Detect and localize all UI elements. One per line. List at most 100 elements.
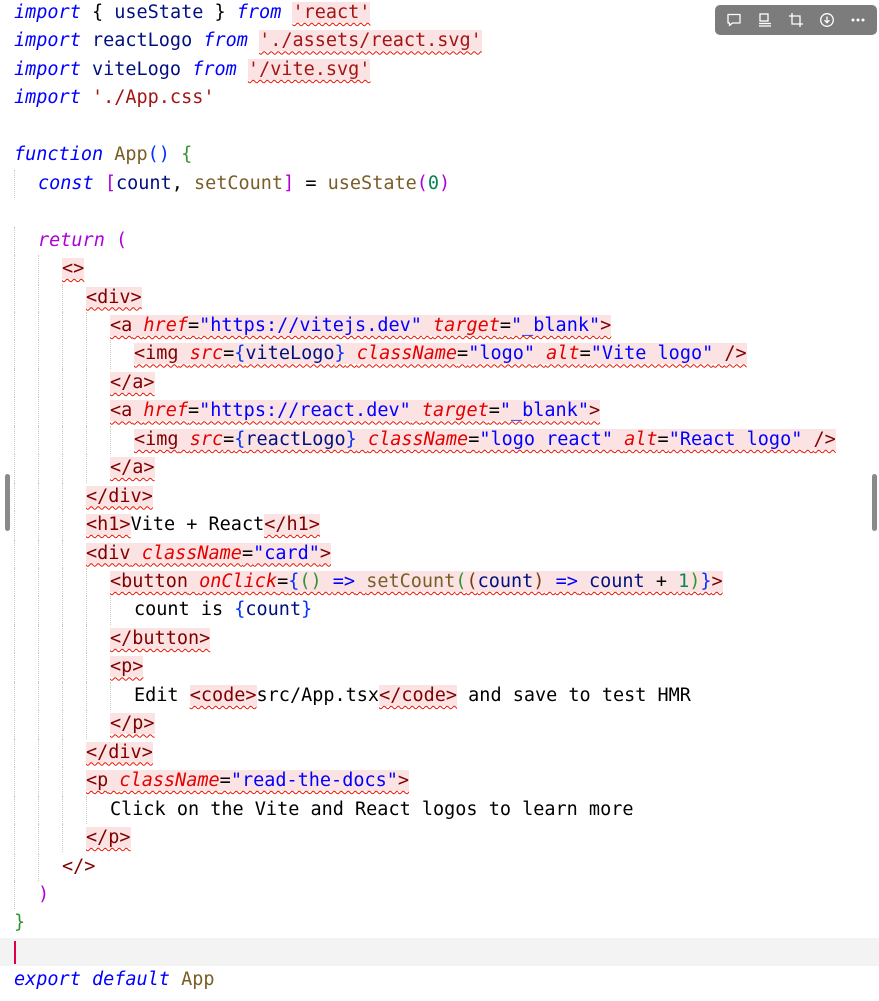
code-line[interactable]: function App() { [0,141,879,169]
indent-guide [86,311,87,341]
indent-guide [38,283,39,312]
code-token: { [234,428,246,450]
code-line[interactable]: <h1>Vite + React</h1> [0,511,879,540]
code-line[interactable]: <img src={reactLogo} className="logo rea… [0,425,879,455]
code-line[interactable]: </div> [0,482,879,512]
code-line-content: <p className="read-the-docs"> [14,770,410,792]
code-line[interactable]: <div> [0,283,879,312]
download-button[interactable] [814,8,840,32]
code-token: /> [813,428,836,450]
code-line[interactable]: </a> [0,454,879,483]
code-token: </a> [110,371,155,393]
code-line-content: } [14,912,25,933]
indent-guide [62,283,63,312]
code-token: useState [114,2,204,23]
code-token: = [294,172,328,194]
code-token: <> [62,258,85,280]
code-line[interactable]: ) [0,880,879,910]
indent-guide [38,653,39,682]
indent-guide [38,454,39,483]
code-token: "card" [253,542,320,564]
code-line[interactable]: const [count, setCount] = useState(0) [0,169,879,199]
code-token: reactLogo [245,428,346,450]
code-token: { [80,2,115,23]
code-token: './assets/react.svg' [259,30,482,52]
code-token: className [356,343,458,365]
code-token: </p> [110,713,155,735]
code-line[interactable]: return ( [0,226,879,256]
code-token [577,571,589,592]
layout-button[interactable] [752,8,778,32]
indent-guide [86,397,87,426]
code-token: ) [689,571,701,592]
indent-guide [14,368,15,398]
code-token [187,571,200,592]
code-line[interactable]: <button onClick={() => setCount((count) … [0,568,879,597]
code-token: target [421,400,489,422]
code-line[interactable]: <p className="read-the-docs"> [0,767,879,796]
indent-guide [62,596,63,625]
code-token: </button> [110,627,211,649]
code-line[interactable]: import viteLogo from '/vite.svg' [0,56,879,84]
crop-button[interactable] [783,8,809,32]
indent-guide [14,482,15,512]
indent-guide [86,795,87,825]
code-token: </div> [86,741,153,763]
code-token: <p> [110,656,144,678]
indent-guide [38,710,39,739]
code-token: </a> [110,457,155,479]
code-line[interactable]: Edit <code>src/App.tsx</code> and save t… [0,681,879,711]
code-token: = [187,400,200,422]
code-line[interactable]: <> [0,255,879,284]
code-line[interactable]: <img src={viteLogo} className="logo" alt… [0,340,879,369]
code-line[interactable]: export default App [0,966,879,994]
code-line[interactable]: } [0,909,879,937]
code-line[interactable]: </div> [0,738,879,768]
vertical-scrollbar-left[interactable] [5,474,10,531]
code-token: "Vite logo" [590,343,714,365]
code-token: <img [134,428,179,450]
code-token: } [345,428,357,450]
code-line[interactable]: import './App.css' [0,84,879,112]
code-token: () [147,144,182,166]
code-line[interactable]: count is {count} [0,596,879,625]
vertical-scrollbar[interactable] [872,474,877,531]
code-line[interactable]: </a> [0,368,879,398]
indent-guide [38,340,39,369]
indent-guide [110,681,111,711]
indent-guide [86,568,87,597]
indent-guide [14,226,15,256]
code-line[interactable] [0,113,879,141]
code-token: className [141,542,242,564]
code-line[interactable]: <a href="https://react.dev" target="_bla… [0,397,879,426]
code-line[interactable]: </> [0,852,879,881]
indent-guide [86,340,87,369]
code-line[interactable]: <div className="card"> [0,539,879,568]
code-token: onClick [199,571,278,592]
code-line-current[interactable] [0,937,879,967]
code-line-content: <div> [14,286,142,308]
code-line-content: </> [14,856,95,877]
indent-guide [86,425,87,455]
code-line[interactable]: Click on the Vite and React logos to lea… [0,795,879,825]
code-line[interactable]: <p> [0,653,879,682]
code-line[interactable]: <a href="https://vitejs.dev" target="_bl… [0,311,879,341]
indent-guide [62,539,63,568]
code-line[interactable]: </button> [0,624,879,654]
code-line[interactable]: </p> [0,824,879,853]
code-line[interactable]: </p> [0,710,879,739]
code-token: export [14,969,81,991]
indent-guide [14,340,15,369]
more-button[interactable] [845,8,871,32]
code-line[interactable] [0,198,879,226]
code-line-content: return ( [14,230,127,251]
code-token: ] [283,172,295,194]
indent-guide [86,368,87,398]
code-token: count [589,571,645,592]
comment-button[interactable] [721,8,747,32]
code-editor[interactable]: import { useState } from 'react' import r… [0,0,879,1001]
code-token: import [14,30,81,52]
